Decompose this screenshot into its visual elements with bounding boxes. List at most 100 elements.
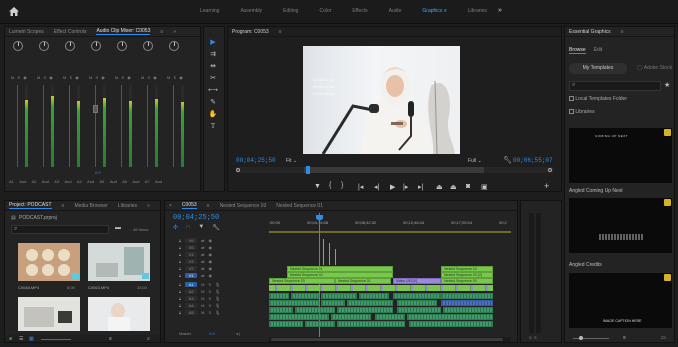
tab-media-browser[interactable]: Media Browser [74, 203, 107, 209]
workspace-tab-assembly[interactable]: Assembly [240, 8, 262, 14]
timeline-settings-icon[interactable]: 🔧︎ [212, 224, 220, 231]
mute-button[interactable]: M [201, 296, 204, 301]
mute-button[interactable]: M [201, 289, 204, 294]
tab-edit[interactable]: Edit [594, 47, 603, 54]
scrub-start-handle[interactable] [236, 168, 240, 172]
mic-icon[interactable]: 🎙︎ [215, 282, 220, 287]
mute-button[interactable]: M [201, 282, 204, 287]
star-icon[interactable]: ★ [664, 81, 670, 89]
mute-button[interactable]: M [201, 310, 204, 315]
playhead-timecode[interactable]: 00;04;25;50 [236, 157, 276, 164]
audio-clip[interactable] [321, 293, 357, 299]
lock-icon[interactable]: 🔒︎ [179, 303, 181, 308]
eye-icon[interactable]: ◉ [209, 245, 213, 250]
template-thumbnail-2[interactable] [569, 198, 672, 253]
pan-knob[interactable] [39, 41, 49, 51]
audio-clip[interactable] [441, 293, 493, 299]
folder-icon[interactable]: ▬ [115, 225, 121, 231]
audio-track-header[interactable]: 🔒︎ A5 M S 🎙︎ [165, 309, 263, 315]
pan-knob[interactable] [13, 41, 23, 51]
lock-icon[interactable]: 🔒︎ [179, 259, 181, 264]
sync-icon[interactable]: ⇄ [201, 259, 204, 264]
workspace-tab-color[interactable]: Color [319, 8, 331, 14]
slip-tool-icon[interactable]: ⟷ [207, 85, 219, 95]
timeline-clip[interactable]: Video 100 [V] [393, 278, 441, 284]
step-back-icon[interactable]: ◂| [374, 183, 379, 191]
add-button-icon[interactable]: + [544, 181, 549, 191]
tab-nested-sequence-03[interactable]: Nested Sequence 03 [220, 203, 267, 209]
timeline-clip[interactable]: Nested Sequence 01 [335, 278, 391, 284]
workspace-tab-effects[interactable]: Effects [352, 8, 367, 14]
lift-icon[interactable]: ⏏ [436, 183, 443, 191]
audio-track-header[interactable]: 🔒︎ A3 M S 🎙︎ [165, 295, 263, 301]
scrollbar-thumb[interactable] [271, 338, 503, 341]
menu-icon[interactable]: ≡ [621, 29, 624, 35]
sync-icon[interactable]: ⇄ [201, 245, 204, 250]
linked-selection-icon[interactable]: ∩ [186, 224, 190, 231]
workspace-tab-learning[interactable]: Learning [200, 8, 219, 14]
audio-clip[interactable] [269, 321, 303, 327]
zoom-slider-handle[interactable] [579, 336, 583, 340]
tab-nested-sequence-01[interactable]: Nested Sequence 01 [276, 203, 323, 209]
clip-thumbnail-1[interactable] [18, 243, 80, 281]
menu-icon[interactable]: ≡ [160, 29, 163, 35]
workspace-tab-graphics[interactable]: Graphics ≡ [422, 8, 446, 14]
lock-icon[interactable]: 🔒︎ [179, 282, 181, 287]
mute-solo-record-buttons[interactable]: M S ◉ [63, 75, 80, 80]
monitor-scrub-bar[interactable] [236, 166, 554, 174]
audio-clip[interactable] [337, 321, 405, 327]
mute-solo-record-buttons[interactable]: M S ◉ [167, 75, 184, 80]
audio-clip[interactable] [269, 293, 289, 299]
audio-clip[interactable] [347, 300, 393, 306]
timeline-timecode[interactable]: 00;04;25;50 [173, 214, 219, 222]
v1-clips-strip[interactable] [269, 285, 493, 291]
program-monitor-title[interactable]: Program: C0053 [232, 29, 269, 35]
timeline-ruler[interactable]: :00;00 00;04;16;08 00;08;32;32 00;12;48;… [269, 211, 511, 233]
workspace-tab-libraries[interactable]: Libraries [468, 8, 487, 14]
tab-audio-clip-mixer[interactable]: Audio Clip Mixer: C0053 [96, 28, 151, 35]
type-tool-icon[interactable]: T [207, 121, 219, 131]
search-icon[interactable]: ⌕ [147, 336, 150, 342]
camera-icon[interactable]: ◙ [466, 183, 470, 190]
selection-tool-icon[interactable]: ▶ [207, 37, 219, 47]
sort-icon[interactable]: ≡ [109, 336, 112, 342]
sync-icon[interactable]: ⇄ [201, 273, 204, 278]
menu-icon[interactable]: ≡ [444, 8, 447, 14]
adobe-stock-button[interactable]: ◯ Adobe Stock [637, 63, 673, 74]
audio-clip[interactable] [397, 300, 437, 306]
lock-icon[interactable]: 🔒︎ [179, 245, 181, 250]
tab-lumetri-scopes[interactable]: Lumetri Scopes [9, 29, 44, 35]
video-track-header[interactable]: 🔒︎ V5 ⇄ ◉ [165, 244, 263, 250]
list-view-icon[interactable]: ≡ [623, 335, 626, 341]
video-track-header[interactable]: 🔒︎ V4 ⇄ ◉ [165, 251, 263, 257]
audio-clip[interactable] [269, 307, 293, 313]
tab-browse[interactable]: Browse [569, 47, 586, 54]
go-to-end-icon[interactable]: ▸| [237, 331, 240, 336]
razor-tool-icon[interactable]: ✂ [207, 73, 219, 83]
mute-solo-record-buttons[interactable]: M S ◉ [89, 75, 106, 80]
tab-libraries[interactable]: Libraries [118, 203, 137, 209]
play-icon[interactable]: ▶ [390, 183, 395, 191]
menu-icon[interactable]: ≡ [62, 203, 65, 209]
audio-clip[interactable] [409, 321, 493, 327]
work-area-bar[interactable] [269, 231, 511, 233]
ripple-edit-tool-icon[interactable]: ⇹ [207, 61, 219, 71]
pan-knob[interactable] [117, 41, 127, 51]
sync-icon[interactable]: ⇄ [201, 266, 204, 271]
solo-button[interactable]: S [208, 289, 211, 294]
mic-icon[interactable]: 🎙︎ [215, 310, 220, 315]
fit-dropdown[interactable]: Fit ⌄ [286, 158, 297, 164]
lock-icon[interactable]: 🔒︎ [179, 252, 181, 257]
mark-out-icon[interactable]: } [341, 182, 343, 189]
audio-clip[interactable] [331, 314, 371, 320]
audio-clip[interactable] [291, 293, 319, 299]
mark-in-icon[interactable]: { [329, 182, 331, 189]
workspace-tab-editing[interactable]: Editing [283, 8, 298, 14]
tab-project[interactable]: Project: PODCAST [9, 202, 52, 209]
workspace-tab-audio[interactable]: Audio [389, 8, 402, 14]
home-icon[interactable] [9, 7, 19, 18]
solo-button[interactable]: S [208, 310, 211, 315]
timeline-clip[interactable]: Nested Sequence 03 [441, 278, 493, 284]
track-select-tool-icon[interactable]: ⇉ [207, 49, 219, 59]
eye-icon[interactable]: ◉ [209, 238, 213, 243]
